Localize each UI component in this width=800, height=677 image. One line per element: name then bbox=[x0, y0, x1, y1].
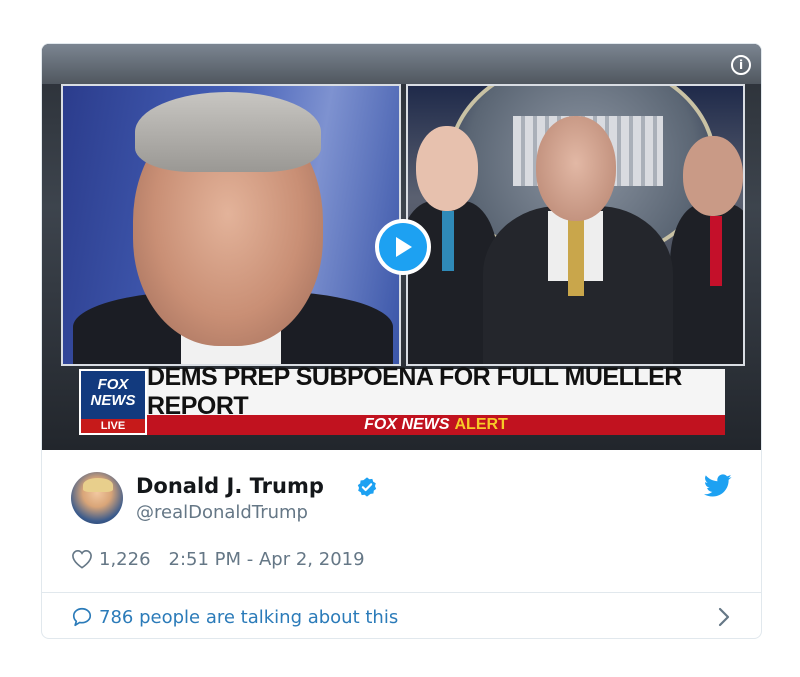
play-button[interactable] bbox=[375, 219, 431, 275]
logo-line-2: NEWS bbox=[90, 392, 136, 409]
logo-line-1: FOX bbox=[97, 376, 129, 393]
heart-icon[interactable] bbox=[71, 549, 93, 569]
conversation-link[interactable]: 786 people are talking about this bbox=[71, 604, 731, 630]
alert-word: ALERT bbox=[454, 416, 508, 433]
news-headline: DEMS PREP SUBPOENA FOR FULL MUELLER REPO… bbox=[147, 363, 725, 420]
tweet-timestamp[interactable]: 2:51 PM - Apr 2, 2019 bbox=[169, 549, 365, 570]
conversation-text: 786 people are talking about this bbox=[99, 606, 399, 628]
chevron-right-icon bbox=[718, 607, 730, 627]
twitter-bird-icon[interactable] bbox=[704, 474, 732, 498]
studio-background bbox=[42, 44, 761, 84]
divider bbox=[42, 592, 761, 593]
video-panel-right bbox=[406, 84, 745, 366]
info-icon[interactable]: i bbox=[731, 55, 751, 75]
display-name[interactable]: Donald J. Trump bbox=[136, 474, 324, 498]
fox-news-logo: FOX NEWS LIVE bbox=[79, 369, 147, 435]
news-lower-third: FOX NEWS LIVE DEMS PREP SUBPOENA FOR FUL… bbox=[79, 363, 725, 435]
avatar[interactable] bbox=[71, 472, 123, 524]
user-handle[interactable]: @realDonaldTrump bbox=[136, 502, 308, 523]
tweet-meta: 1,226 2:51 PM - Apr 2, 2019 bbox=[71, 546, 365, 572]
embedded-tweet-card: i FOX NEWS LIVE DEMS PREP SUBPOENA FOR F… bbox=[41, 43, 762, 639]
alert-prefix: FOX NEWS bbox=[364, 416, 450, 433]
live-badge: LIVE bbox=[81, 419, 145, 433]
verified-icon bbox=[357, 477, 377, 497]
play-icon bbox=[396, 237, 412, 257]
info-glyph: i bbox=[738, 58, 744, 72]
news-alert-banner: FOX NEWS ALERT bbox=[147, 415, 725, 435]
video-thumbnail[interactable]: i FOX NEWS LIVE DEMS PREP SUBPOENA FOR F… bbox=[42, 44, 761, 450]
comment-bubble-icon bbox=[72, 607, 92, 627]
tweet-body: Donald J. Trump @realDonaldTrump 1,226 2… bbox=[42, 450, 761, 638]
like-count[interactable]: 1,226 bbox=[99, 549, 151, 570]
video-panel-left bbox=[61, 84, 401, 366]
